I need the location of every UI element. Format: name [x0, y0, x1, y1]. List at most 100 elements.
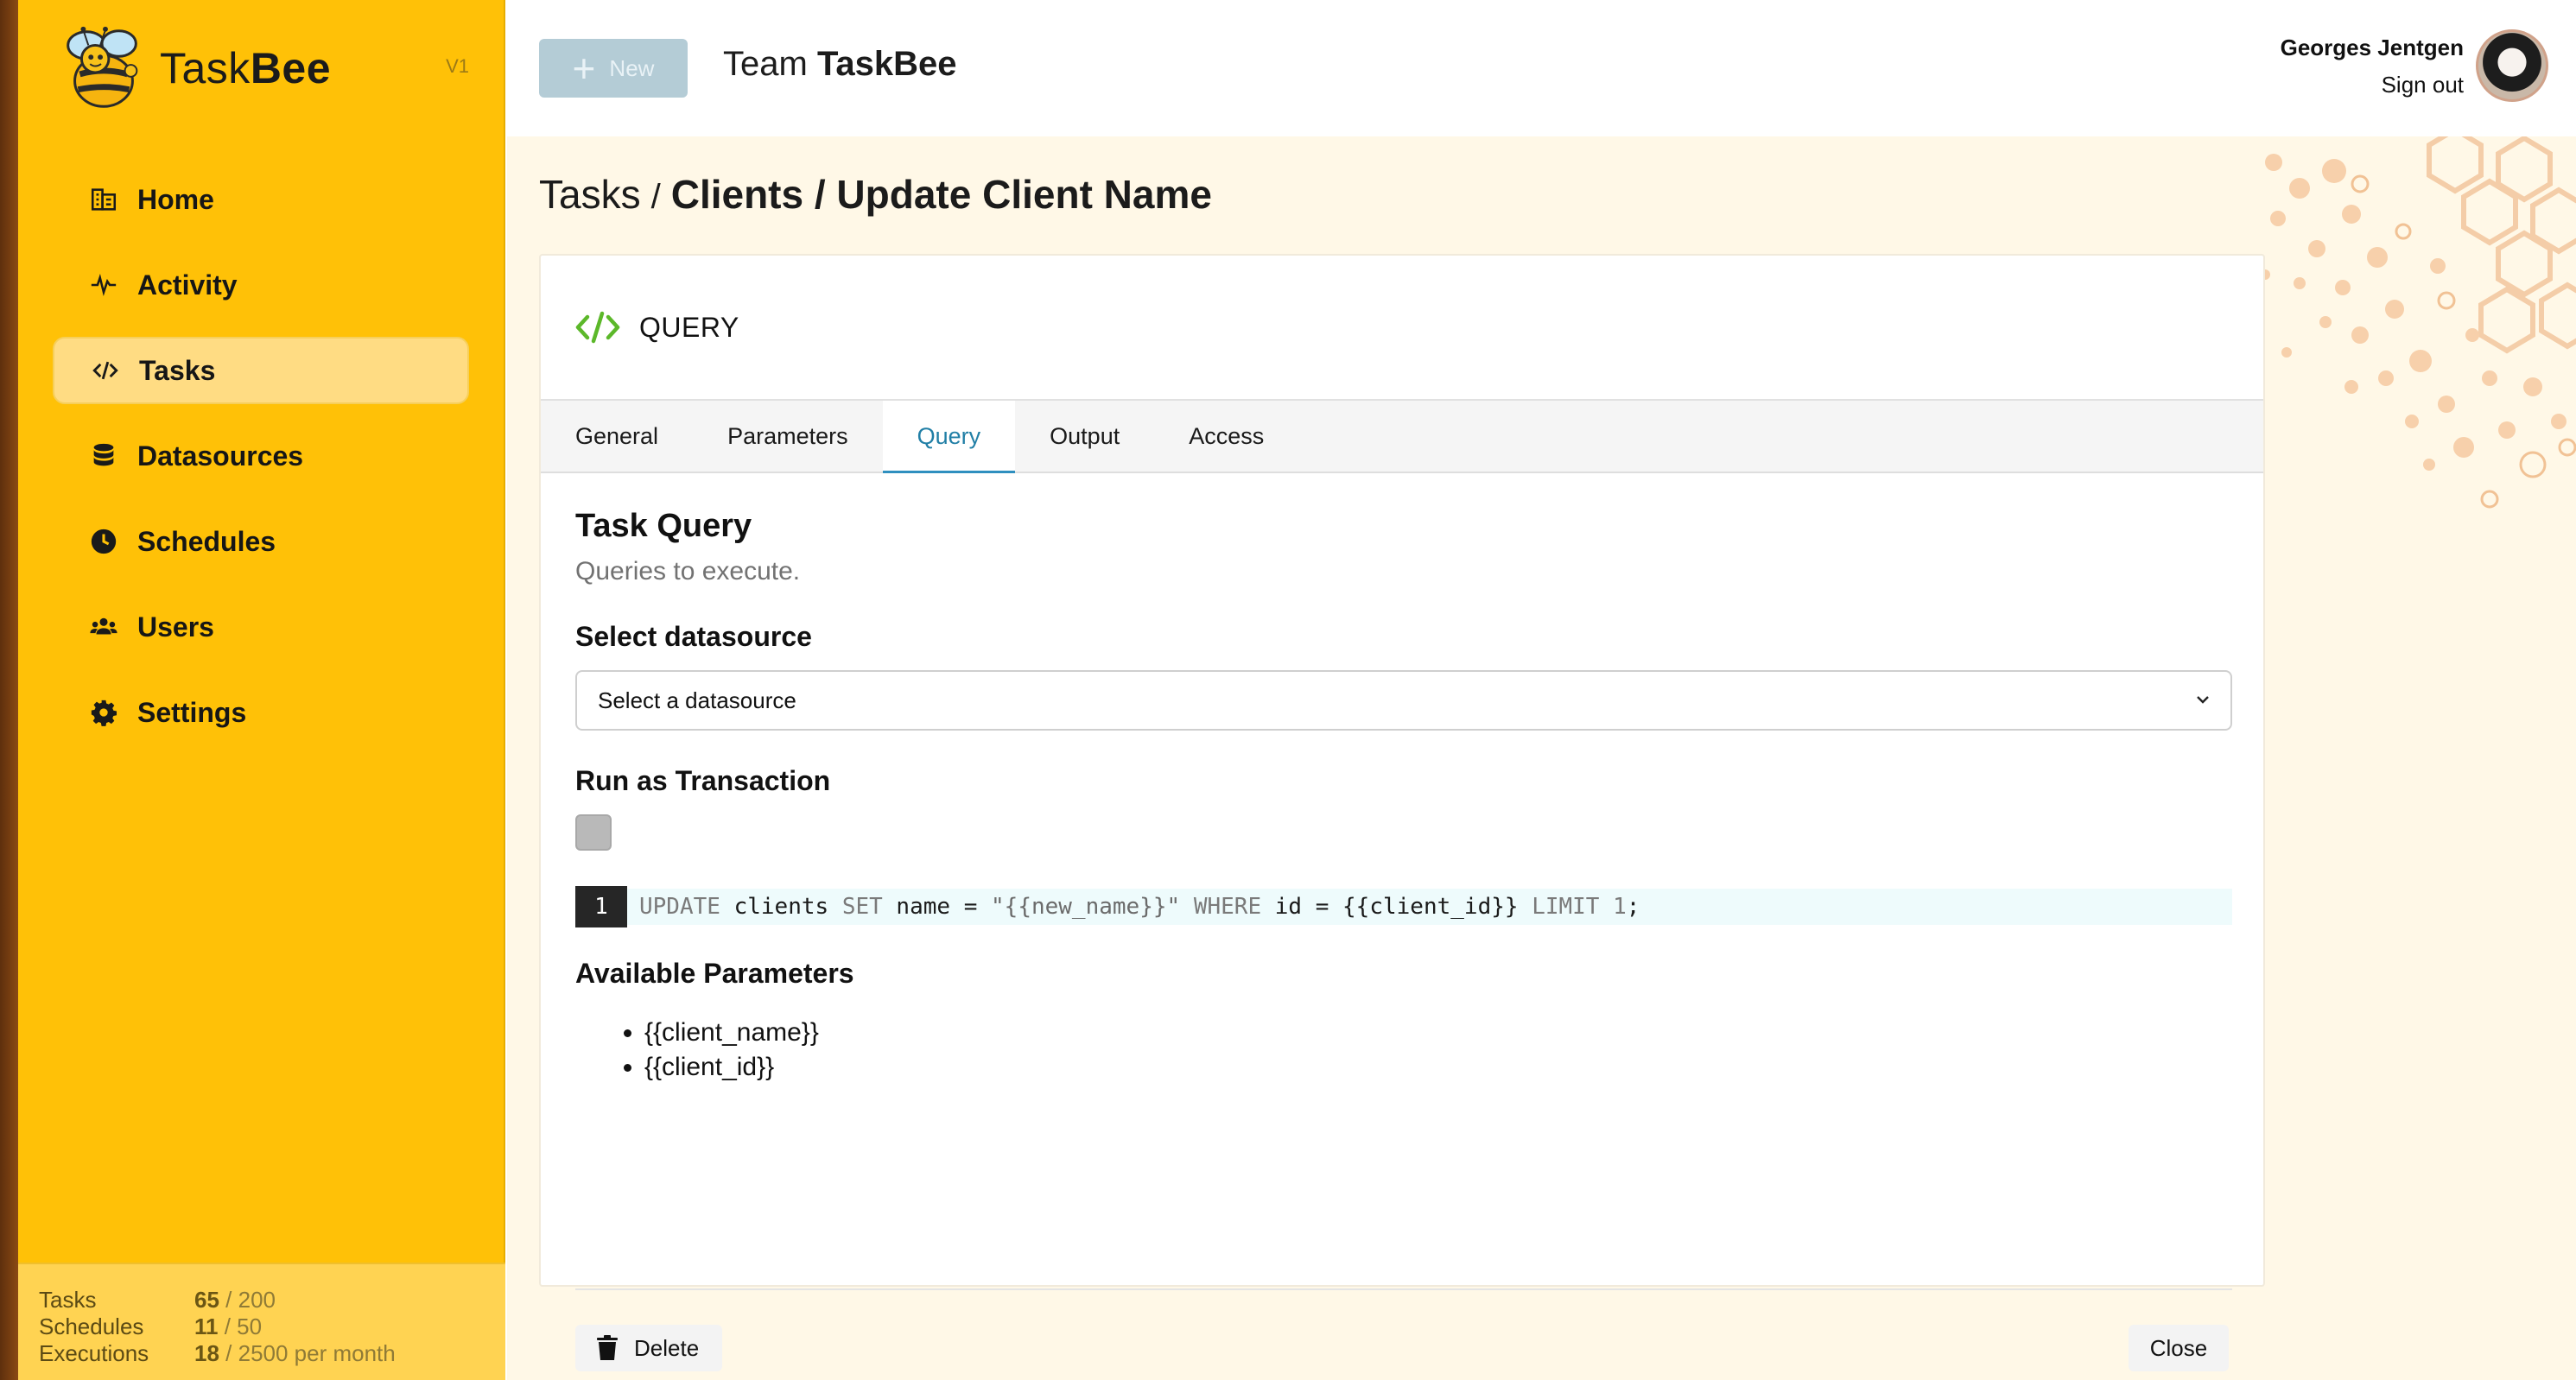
sign-out-link[interactable]: Sign out — [2281, 72, 2464, 98]
sidebar-item-schedules[interactable]: Schedules — [53, 508, 469, 575]
section-title: Task Query — [575, 508, 752, 544]
sidebar: TaskBee V1 Home Activity Tasks Datasourc… — [18, 0, 505, 1380]
usage-used: 65 — [194, 1287, 219, 1313]
sidebar-item-home[interactable]: Home — [53, 166, 469, 233]
new-button-label: New — [609, 54, 655, 81]
close-button[interactable]: Close — [2129, 1325, 2229, 1371]
params-title: Available Parameters — [575, 958, 854, 989]
breadcrumb-root[interactable]: Tasks — [539, 172, 641, 217]
tab-access[interactable]: Access — [1154, 401, 1298, 472]
breadcrumb-separator: / — [650, 178, 661, 216]
list-item: {{client_name}} — [644, 1016, 2229, 1050]
building-icon — [87, 183, 120, 216]
window-edge — [0, 0, 18, 1380]
trash-icon — [597, 1335, 618, 1360]
sidebar-item-datasources[interactable]: Datasources — [53, 422, 469, 490]
usage-row-tasks: Tasks 65 / 200 — [39, 1287, 505, 1314]
usage-limit: / 50 — [224, 1314, 263, 1339]
code-keyword: UPDATE — [639, 894, 720, 920]
sidebar-item-label: Settings — [137, 696, 247, 728]
code-text: ; — [1626, 894, 1640, 920]
delete-button-label: Delete — [634, 1334, 700, 1361]
pulse-icon — [87, 269, 120, 301]
code-text: id = {{client_id}} — [1261, 894, 1532, 920]
code-text: clients — [720, 894, 842, 920]
team-name: TaskBee — [816, 45, 957, 83]
usage-used: 11 — [194, 1314, 219, 1339]
list-item: {{client_id}} — [644, 1050, 2229, 1085]
user-menu: Georges Jentgen Sign out — [2281, 35, 2464, 98]
usage-label: Executions — [39, 1340, 149, 1366]
version-badge: V1 — [446, 55, 469, 77]
code-keyword: LIMIT — [1532, 894, 1600, 920]
available-parameters: Available Parameters {{client_name}} {{c… — [575, 958, 2229, 1085]
usage-row-executions: Executions 18 / 2500 per month — [39, 1340, 505, 1367]
page-title: Clients / Update Client Name — [670, 172, 1212, 217]
sidebar-item-settings[interactable]: Settings — [53, 679, 469, 746]
breadcrumb: Tasks / Clients / Update Client Name — [539, 171, 1212, 218]
brand[interactable]: TaskBee — [53, 17, 331, 119]
team-title: Team TaskBee — [723, 45, 957, 84]
database-icon — [87, 440, 120, 472]
gear-icon — [87, 696, 120, 729]
chevron-down-icon — [2197, 696, 2209, 704]
code-keyword: SET — [841, 894, 883, 920]
delete-button[interactable]: Delete — [575, 1325, 722, 1371]
avatar[interactable] — [2476, 29, 2548, 102]
brand-name-bold: Bee — [250, 44, 332, 92]
honeycomb-decoration-icon — [2260, 136, 2576, 509]
bee-logo-icon — [53, 21, 155, 116]
plus-icon: + — [572, 46, 596, 91]
card-body: Task Query Queries to execute. Select da… — [541, 473, 2263, 1085]
top-header: + New Team TaskBee Georges Jentgen Sign … — [507, 0, 2576, 136]
sidebar-item-label: Activity — [137, 269, 238, 301]
user-name: Georges Jentgen — [2280, 35, 2464, 60]
usage-row-schedules: Schedules 11 / 50 — [39, 1314, 505, 1340]
tab-general[interactable]: General — [541, 401, 693, 472]
usage-value: 11 / 50 — [194, 1314, 262, 1340]
users-icon — [87, 611, 120, 643]
code-icon — [89, 354, 122, 387]
datasource-select[interactable]: Select a datasource — [575, 670, 2232, 731]
transaction-checkbox[interactable] — [575, 814, 612, 851]
usage-label: Tasks — [39, 1287, 97, 1313]
sidebar-item-label: Users — [137, 611, 214, 643]
usage-used: 18 — [194, 1340, 219, 1366]
usage-panel: Tasks 65 / 200 Schedules 11 / 50 Executi… — [18, 1263, 505, 1380]
tab-parameters[interactable]: Parameters — [693, 401, 883, 472]
sidebar-item-label: Schedules — [137, 525, 276, 557]
main-content: Tasks / Clients / Update Client Name QUERY… — [507, 136, 2576, 1380]
code-line: UPDATE clients SET name = "{{new_name}}"… — [639, 894, 1640, 920]
datasource-label: Select datasource — [575, 621, 812, 652]
team-prefix: Team — [723, 45, 808, 83]
card-title: QUERY — [639, 311, 739, 343]
clock-icon — [87, 525, 120, 558]
code-icon — [575, 311, 620, 344]
new-button[interactable]: + New — [539, 39, 688, 98]
line-number: 1 — [575, 886, 627, 927]
sidebar-item-activity[interactable]: Activity — [53, 251, 469, 319]
usage-value: 65 / 200 — [194, 1287, 276, 1314]
transaction-label: Run as Transaction — [575, 765, 831, 796]
sidebar-item-tasks[interactable]: Tasks — [53, 337, 469, 404]
card-header: QUERY — [541, 256, 2263, 401]
tab-output[interactable]: Output — [1015, 401, 1154, 472]
code-text: name = — [882, 894, 992, 920]
usage-label: Schedules — [39, 1314, 144, 1339]
tab-query[interactable]: Query — [882, 401, 1016, 473]
footer-divider — [575, 1288, 2232, 1290]
code-editor[interactable]: 1 UPDATE clients SET name = "{{new_name}… — [575, 886, 2232, 927]
sidebar-nav: Home Activity Tasks Datasources Schedule… — [53, 166, 469, 764]
params-list: {{client_name}} {{client_id}} — [644, 1016, 2229, 1085]
sidebar-item-label: Home — [137, 183, 214, 215]
query-card: QUERY General Parameters Query Output Ac… — [539, 254, 2265, 1371]
code-string: "{{new_name}}" — [991, 894, 1181, 920]
code-number: 1 — [1613, 894, 1627, 920]
sidebar-item-users[interactable]: Users — [53, 593, 469, 661]
section-subtitle: Queries to execute. — [575, 557, 801, 586]
usage-value: 18 / 2500 per month — [194, 1340, 396, 1367]
usage-limit: / 2500 per month — [225, 1340, 396, 1366]
code-keyword: WHERE — [1193, 894, 1262, 920]
